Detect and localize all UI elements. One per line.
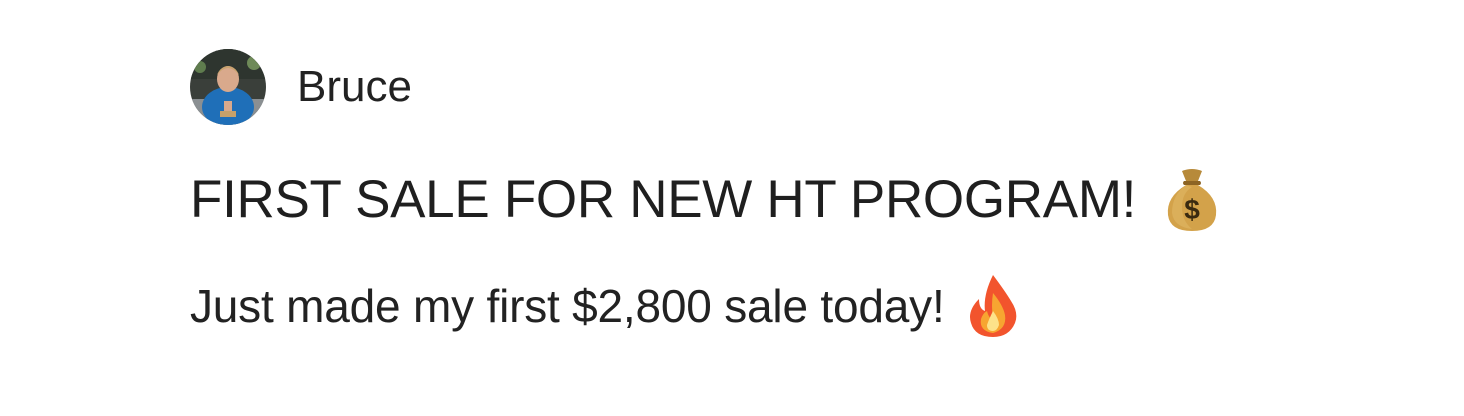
fire-icon [965, 273, 1021, 339]
post-body-text: Just made my first $2,800 sale today! [190, 280, 945, 332]
post-body: Just made my first $2,800 sale today! [190, 273, 1021, 339]
author-row: Bruce [190, 47, 1390, 127]
svg-text:$: $ [1184, 194, 1200, 225]
avatar[interactable] [190, 49, 266, 125]
post-title-text: FIRST SALE FOR NEW HT PROGRAM! [190, 169, 1137, 229]
post-card: Bruce FIRST SALE FOR NEW HT PROGRAM! $ J… [190, 47, 1390, 337]
post-title: FIRST SALE FOR NEW HT PROGRAM! $ [190, 165, 1222, 233]
money-bag-icon: $ [1162, 165, 1222, 233]
author-name[interactable]: Bruce [297, 65, 412, 109]
